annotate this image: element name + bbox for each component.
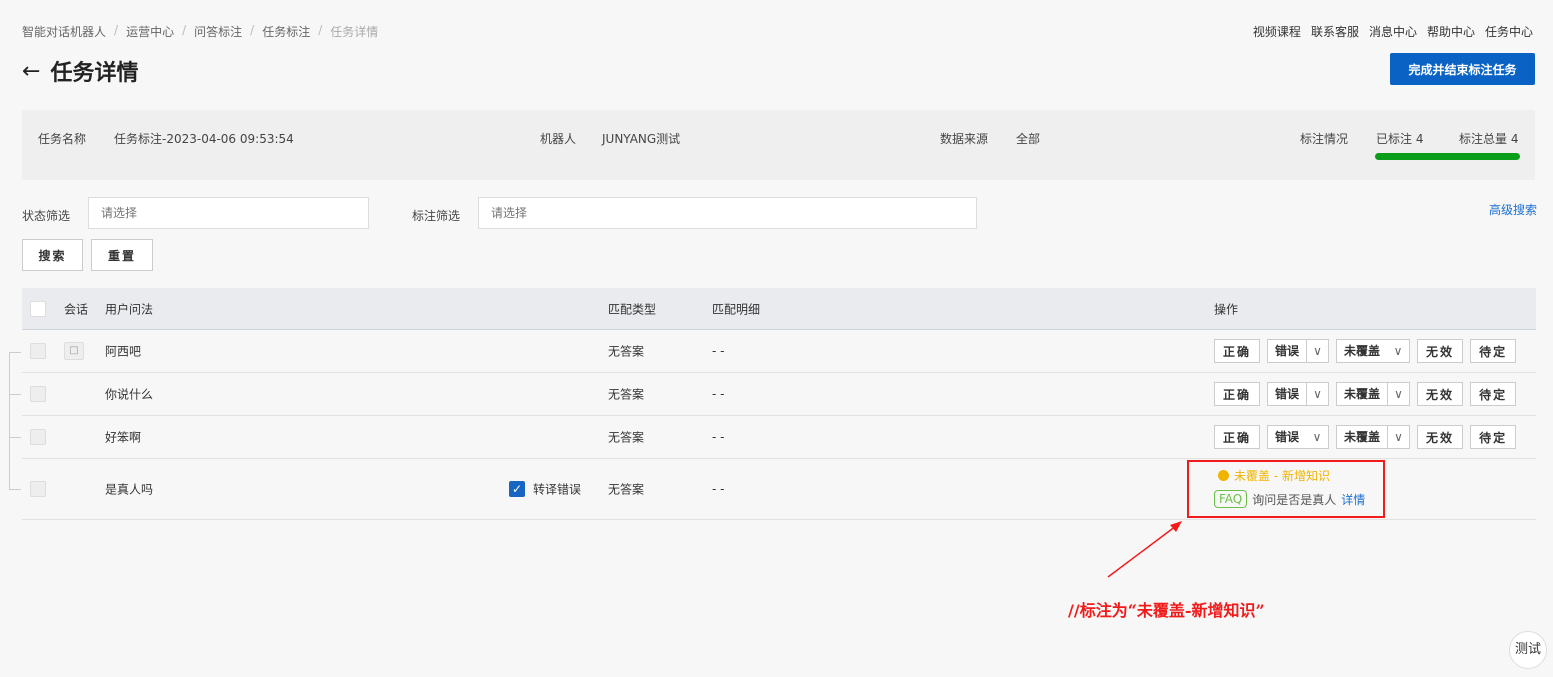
chevron-down-icon[interactable]: ∨	[1306, 340, 1328, 362]
status-label: 标注情况	[1300, 132, 1349, 146]
row-checkbox[interactable]	[30, 429, 46, 445]
uncovered-dropdown[interactable]: 未覆盖 ∨	[1336, 425, 1411, 449]
nav-video-courses[interactable]: 视频课程	[1253, 23, 1301, 40]
annotation-note: //标注为“未覆盖-新增知识”	[1068, 601, 1265, 620]
invalid-button[interactable]: 无效	[1417, 425, 1464, 449]
uncovered-label: 未覆盖	[1344, 344, 1381, 358]
match-detail: - -	[712, 430, 725, 444]
chevron-down-icon[interactable]: ∨	[1387, 383, 1409, 405]
match-detail: - -	[712, 387, 725, 401]
task-name-label: 任务名称	[38, 132, 87, 146]
query-text: 是真人吗	[105, 482, 154, 497]
task-info-panel: 任务名称 任务标注-2023-04-06 09:53:54 机器人 JUNYAN…	[22, 110, 1535, 180]
invalid-button[interactable]: 无效	[1417, 339, 1464, 363]
match-type: 无答案	[608, 482, 645, 497]
nav-contact[interactable]: 联系客服	[1311, 23, 1359, 40]
chat-icon[interactable]: □	[64, 342, 84, 360]
pending-button[interactable]: 待定	[1470, 382, 1517, 406]
row-checkbox[interactable]	[30, 386, 46, 402]
uncovered-dropdown[interactable]: 未覆盖 ∨	[1336, 382, 1411, 406]
labeled-count: 已标注 4	[1376, 132, 1424, 146]
total-count: 标注总量 4	[1459, 132, 1519, 146]
uncovered-label: 未覆盖	[1344, 430, 1381, 444]
table-row: 好笨啊 无答案 - - 正确 错误 ∨ 未覆盖 ∨ 无效 待定	[22, 416, 1536, 459]
col-match-detail: 匹配明细	[712, 302, 761, 316]
chevron-down-icon[interactable]: ∨	[1387, 426, 1409, 448]
wrong-label: 错误	[1275, 387, 1300, 401]
page-title: 任务详情	[50, 61, 139, 86]
query-text: 你说什么	[105, 387, 154, 402]
robot-label: 机器人	[540, 132, 577, 146]
query-text: 好笨啊	[105, 430, 142, 445]
source-label: 数据来源	[940, 132, 989, 146]
invalid-button[interactable]: 无效	[1417, 382, 1464, 406]
search-button[interactable]: 搜索	[22, 239, 83, 271]
asr-error-checkbox[interactable]: ✓	[509, 481, 525, 497]
source-value: 全部	[1016, 132, 1041, 146]
finish-task-button[interactable]: 完成并结束标注任务	[1390, 53, 1535, 85]
tree-line	[9, 352, 10, 489]
uncovered-label: 未覆盖	[1344, 387, 1381, 401]
mark-filter-select[interactable]	[478, 197, 977, 229]
query-text: 阿西吧	[105, 344, 142, 359]
breadcrumb: 智能对话机器人 / 运营中心 / 问答标注 / 任务标注 / 任务详情	[22, 23, 379, 40]
advanced-search-link[interactable]: 高级搜索	[1489, 201, 1537, 218]
table-row: □ 阿西吧 无答案 - - 正确 错误 ∨ 未覆盖 ∨ 无效 待定	[22, 330, 1536, 373]
highlight-box	[1187, 460, 1385, 518]
col-query: 用户问法	[105, 302, 154, 316]
wrong-dropdown[interactable]: 错误 ∨	[1267, 425, 1330, 449]
chevron-down-icon[interactable]: ∨	[1387, 340, 1409, 362]
correct-button[interactable]: 正确	[1214, 425, 1261, 449]
annotation-arrow-icon	[1107, 521, 1182, 578]
status-filter-select[interactable]	[88, 197, 369, 229]
pending-button[interactable]: 待定	[1470, 425, 1517, 449]
back-arrow-icon[interactable]: ←	[22, 59, 40, 84]
breadcrumb-item[interactable]: 问答标注	[194, 23, 242, 40]
reset-button[interactable]: 重置	[91, 239, 153, 271]
status-filter-label: 状态筛选	[22, 209, 71, 223]
match-type: 无答案	[608, 430, 645, 445]
pending-button[interactable]: 待定	[1470, 339, 1517, 363]
select-all-checkbox[interactable]	[30, 300, 46, 317]
breadcrumb-current: 任务详情	[330, 25, 379, 39]
nav-tasks[interactable]: 任务中心	[1485, 23, 1533, 40]
wrong-label: 错误	[1275, 430, 1300, 444]
progress-bar	[1375, 153, 1520, 160]
match-detail: - -	[712, 482, 725, 496]
robot-name: JUNYANG测试	[602, 132, 681, 146]
task-name: 任务标注-2023-04-06 09:53:54	[114, 132, 294, 146]
correct-button[interactable]: 正确	[1214, 339, 1261, 363]
row-checkbox[interactable]	[30, 343, 46, 359]
nav-messages[interactable]: 消息中心	[1369, 23, 1417, 40]
chevron-down-icon[interactable]: ∨	[1306, 383, 1328, 405]
mark-filter-label: 标注筛选	[412, 209, 461, 223]
col-ops: 操作	[1214, 302, 1239, 316]
col-match-type: 匹配类型	[608, 302, 657, 316]
col-session: 会话	[64, 302, 89, 316]
match-detail: - -	[712, 344, 725, 358]
page-header: ← 任务详情	[22, 55, 138, 87]
uncovered-dropdown[interactable]: 未覆盖 ∨	[1336, 339, 1411, 363]
wrong-dropdown[interactable]: 错误 ∨	[1267, 382, 1330, 406]
correct-button[interactable]: 正确	[1214, 382, 1261, 406]
match-type: 无答案	[608, 344, 645, 359]
match-type: 无答案	[608, 387, 645, 402]
table-row: 你说什么 无答案 - - 正确 错误 ∨ 未覆盖 ∨ 无效 待定	[22, 373, 1536, 416]
breadcrumb-item[interactable]: 智能对话机器人	[22, 23, 106, 40]
asr-error-label: 转译错误	[533, 482, 582, 497]
table-header: 会话 用户问法 匹配类型 匹配明细 操作	[22, 288, 1536, 330]
nav-help[interactable]: 帮助中心	[1427, 23, 1475, 40]
chevron-down-icon[interactable]: ∨	[1306, 426, 1328, 448]
wrong-dropdown[interactable]: 错误 ∨	[1267, 339, 1330, 363]
top-nav: 视频课程 联系客服 消息中心 帮助中心 任务中心	[1253, 23, 1533, 40]
wrong-label: 错误	[1275, 344, 1300, 358]
breadcrumb-item[interactable]: 运营中心	[126, 23, 174, 40]
test-button[interactable]: 测试	[1509, 631, 1547, 669]
breadcrumb-item[interactable]: 任务标注	[262, 23, 310, 40]
row-checkbox[interactable]	[30, 481, 46, 497]
